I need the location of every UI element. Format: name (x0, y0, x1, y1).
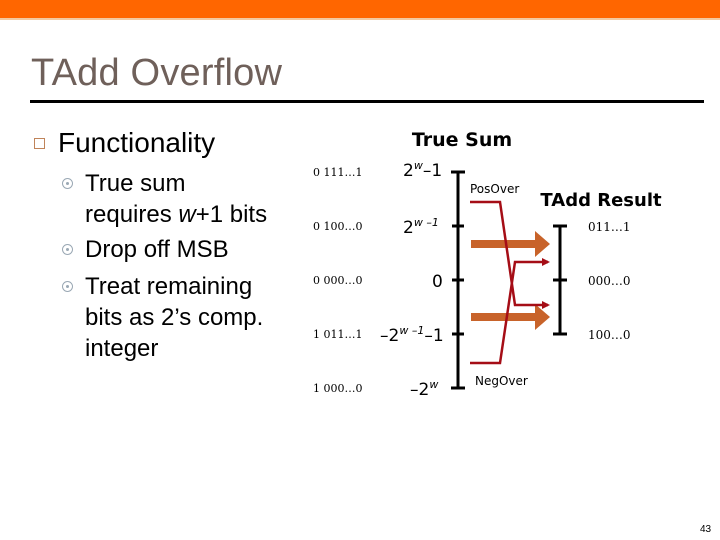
page-number: 43 (700, 524, 712, 535)
result-bit-label: 100…0 (588, 328, 631, 342)
true-sum-title: True Sum (412, 129, 512, 151)
bit-pattern: 0 111…1 (313, 166, 363, 179)
bit-pattern: 0 100…0 (313, 220, 363, 233)
tadd-overflow-diagram: True Sum TAdd Result 0 111…1 0 100…0 0 000… (313, 129, 662, 400)
true-sum-label: 2w–1 (403, 159, 442, 181)
true-sum-label: –2w –1–1 (380, 324, 444, 346)
mapping-arrow-upper (471, 231, 550, 257)
tadd-result-title: TAdd Result (540, 190, 662, 211)
result-bit-label: 011…1 (588, 220, 631, 234)
bit-pattern: 1 000…0 (313, 382, 363, 395)
bit-pattern: 0 000…0 (313, 274, 363, 287)
mapping-arrow-lower (471, 304, 550, 330)
pos-over-label: PosOver (470, 182, 519, 196)
neg-over-label: NegOver (475, 374, 528, 388)
true-sum-axis (451, 170, 465, 390)
tadd-result-axis (553, 224, 567, 336)
true-sum-label: –2w (410, 378, 438, 400)
true-sum-label: 0 (432, 272, 443, 292)
result-bit-label: 000…0 (588, 274, 631, 288)
true-sum-label: 2w –1 (403, 216, 439, 238)
bit-pattern-labels: 0 111…1 0 100…0 0 000…0 1 011…1 1 000…0 (313, 166, 363, 395)
true-sum-value-labels: 2w–1 2w –1 0 –2w –1–1 –2w (380, 159, 444, 400)
result-bit-labels: 011…1 000…0 100…0 (588, 220, 631, 342)
bit-pattern: 1 011…1 (313, 328, 363, 341)
